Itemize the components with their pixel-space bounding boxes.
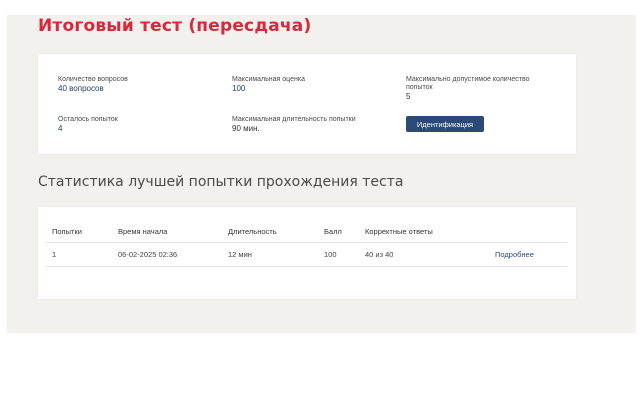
info-remaining-attempts-label: Осталось попыток [58,116,118,123]
row-divider [46,266,567,267]
info-max-duration-label: Максимальная длительность попытки [232,116,356,123]
info-questions: Количество вопросов 40 вопросов [58,76,128,94]
info-max-score-value: 100 [232,84,246,93]
info-max-duration: Максимальная длительность попытки 90 мин… [232,116,356,134]
stats-table: Попытки Время начала Длительность Балл К… [38,207,576,299]
test-info-card: Количество вопросов 40 вопросов Максимал… [38,54,576,154]
identification-button[interactable]: Идентификация [406,116,484,132]
info-questions-value: 40 вопросов [58,84,104,93]
column-header-duration: Длительность [228,227,277,236]
info-max-score: Максимальная оценка 100 [232,76,305,94]
info-max-duration-value: 90 мин. [232,124,260,133]
info-questions-label: Количество вопросов [58,76,128,83]
details-link[interactable]: Подробнее [495,250,534,260]
column-header-attempts: Попытки [52,227,82,236]
page-title: Итоговый тест (пересдача) [38,16,312,36]
info-remaining-attempts-value: 4 [58,124,63,133]
cell-duration: 12 мин [228,250,252,259]
cell-start-time: 06-02-2025 02:36 [118,250,178,259]
column-header-correct-answers: Корректные ответы [365,227,433,236]
stats-section-title: Статистика лучшей попытки прохождения те… [38,174,404,190]
info-remaining-attempts: Осталось попыток 4 [58,116,118,134]
info-max-attempts-label: Максимально допустимое количество попыто… [406,76,530,91]
cell-score: 100 [324,250,337,259]
column-header-score: Балл [324,227,342,236]
cell-attempt: 1 [52,250,57,259]
info-max-attempts: Максимально допустимое количество попыто… [406,76,546,102]
column-header-start-time: Время начала [118,227,168,236]
info-max-score-label: Максимальная оценка [232,76,305,83]
info-max-attempts-value: 5 [406,92,411,101]
cell-correct-answers: 40 из 40 [365,250,394,259]
header-divider [46,242,567,243]
